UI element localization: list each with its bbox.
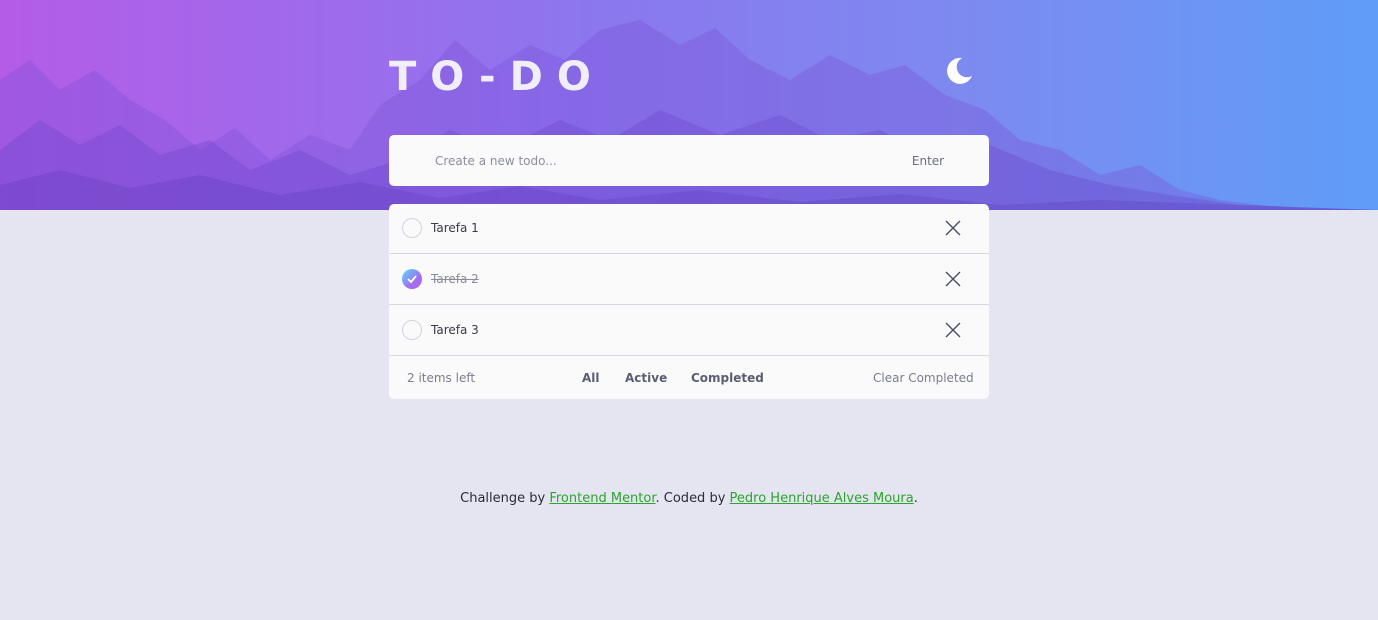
todo-checkbox[interactable] bbox=[402, 218, 422, 238]
close-icon bbox=[945, 322, 961, 338]
attribution-middle: . Coded by bbox=[655, 491, 730, 506]
theme-toggle-button[interactable] bbox=[944, 56, 974, 86]
filter-active[interactable]: Active bbox=[625, 370, 667, 386]
delete-todo-button[interactable] bbox=[943, 269, 963, 289]
todo-item: Tarefa 1 bbox=[389, 204, 989, 254]
attribution-prefix: Challenge by bbox=[460, 491, 550, 506]
enter-button[interactable]: Enter bbox=[901, 148, 955, 173]
close-icon bbox=[945, 220, 961, 236]
page-title: TO-DO bbox=[389, 54, 605, 100]
close-icon bbox=[945, 271, 961, 287]
new-todo-bar: Enter bbox=[389, 135, 989, 186]
delete-todo-button[interactable] bbox=[943, 320, 963, 340]
todo-label[interactable]: Tarefa 1 bbox=[431, 220, 479, 236]
delete-todo-button[interactable] bbox=[943, 218, 963, 238]
filter-all[interactable]: All bbox=[582, 370, 600, 386]
todo-checkbox[interactable] bbox=[402, 320, 422, 340]
todo-item: Tarefa 2 bbox=[389, 255, 989, 305]
items-left-count: 2 items left bbox=[407, 371, 476, 385]
attribution: Challenge by Frontend Mentor. Coded by P… bbox=[0, 490, 1378, 508]
author-link[interactable]: Pedro Henrique Alves Moura bbox=[730, 491, 914, 506]
attribution-suffix: . bbox=[913, 491, 918, 506]
frontend-mentor-link[interactable]: Frontend Mentor bbox=[549, 491, 655, 506]
list-footer: 2 items left All Active Completed Clear … bbox=[389, 357, 989, 399]
check-icon bbox=[407, 275, 417, 284]
todo-list: Tarefa 1 Tarefa 2 Tarefa 3 2 items left … bbox=[389, 204, 989, 399]
moon-icon bbox=[947, 57, 972, 84]
clear-completed-button[interactable]: Clear Completed bbox=[873, 370, 974, 386]
todo-label[interactable]: Tarefa 2 bbox=[431, 271, 479, 287]
todo-item: Tarefa 3 bbox=[389, 306, 989, 356]
filter-completed[interactable]: Completed bbox=[691, 370, 764, 386]
todo-checkbox-checked[interactable] bbox=[402, 269, 422, 289]
todo-label[interactable]: Tarefa 3 bbox=[431, 322, 479, 338]
new-todo-input[interactable] bbox=[423, 147, 895, 174]
